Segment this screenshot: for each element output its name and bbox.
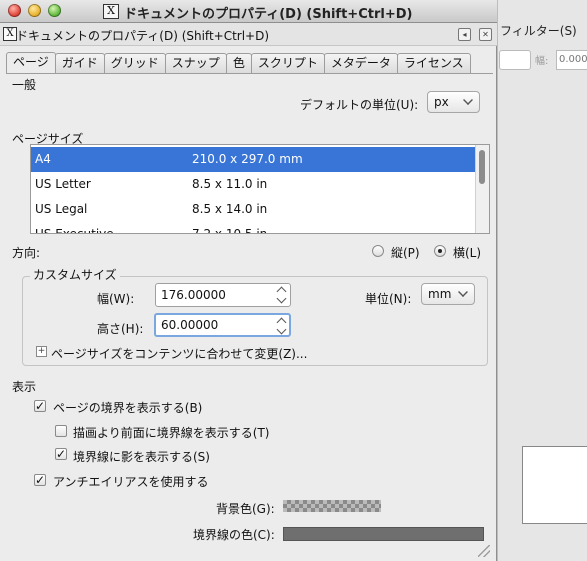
tab-page[interactable]: ページ xyxy=(6,52,56,74)
portrait-radio[interactable] xyxy=(372,245,384,257)
page-size-name: A4 xyxy=(35,152,51,166)
tab-divider xyxy=(6,73,493,74)
width-label: 幅: xyxy=(535,56,549,67)
page-size-name: US Letter xyxy=(35,177,91,191)
page-size-dimensions: 8.5 x 11.0 in xyxy=(192,177,268,191)
page-size-name: US Executive xyxy=(35,227,114,234)
border-on-top-checkbox[interactable] xyxy=(55,425,67,437)
scrollbar-thumb[interactable] xyxy=(479,150,485,184)
document-properties-window: X ドキュメントのプロパティ(D) (Shift+Ctrl+D) X ドキュメン… xyxy=(0,0,497,561)
show-border-checkbox[interactable]: ✓ xyxy=(34,400,46,412)
landscape-label: 横(L) xyxy=(453,246,482,260)
page-size-scrollbar[interactable] xyxy=(475,145,489,233)
page-size-name: US Legal xyxy=(35,202,88,216)
width-stepper[interactable] xyxy=(276,283,289,307)
chevron-down-icon xyxy=(458,287,468,297)
canvas-preview xyxy=(522,446,587,524)
display-section-label: 表示 xyxy=(12,380,37,394)
panel-title: ドキュメントのプロパティ(D) (Shift+Ctrl+D) xyxy=(16,29,270,43)
border-shadow-checkbox[interactable]: ✓ xyxy=(55,448,67,460)
border-color-swatch[interactable] xyxy=(283,527,484,541)
tab-grids[interactable]: グリッド xyxy=(103,53,166,73)
tab-snap[interactable]: スナップ xyxy=(164,53,227,73)
document-icon: X xyxy=(3,27,17,41)
unit-label: 単位(N): xyxy=(365,292,412,306)
background-color-label: 背景色(G): xyxy=(216,502,275,516)
width-label: 幅(W): xyxy=(97,292,135,306)
page-size-dimensions: 8.5 x 14.0 in xyxy=(192,202,268,216)
height-stepper[interactable] xyxy=(276,314,289,338)
chevron-down-icon xyxy=(463,95,473,105)
page-size-dimensions: 210.0 x 297.0 mm xyxy=(192,152,303,166)
height-input[interactable]: 60.00000 xyxy=(154,313,291,337)
height-label: 高さ(H): xyxy=(97,322,144,336)
filter-menu[interactable]: フィルター(S) xyxy=(500,22,577,39)
page-size-dimensions: 7.2 x 10.5 in xyxy=(192,227,268,234)
tab-bar: ページ ガイド グリッド スナップ 色 スクリプト メタデータ ライセンス xyxy=(6,52,471,74)
orientation-label: 方向: xyxy=(12,246,41,260)
border-color-label: 境界線の色(C): xyxy=(193,528,275,542)
list-item[interactable]: US Executive 7.2 x 10.5 in xyxy=(31,222,475,234)
fit-to-content-label[interactable]: ページサイズをコンテンツに合わせて変更(Z)... xyxy=(51,345,307,362)
tab-metadata[interactable]: メタデータ xyxy=(323,53,398,73)
antialias-label: アンチエイリアスを使用する xyxy=(53,475,209,489)
show-border-label: ページの境界を表示する(B) xyxy=(53,401,203,415)
resize-grip-icon[interactable] xyxy=(478,545,490,557)
tab-guides[interactable]: ガイド xyxy=(54,53,105,73)
tab-color[interactable]: 色 xyxy=(225,53,252,73)
tab-license[interactable]: ライセンス xyxy=(396,53,471,73)
width-field[interactable]: 0.000 xyxy=(556,50,587,70)
list-item[interactable]: US Legal 8.5 x 14.0 in xyxy=(31,197,475,222)
default-unit-select[interactable]: px xyxy=(427,91,480,113)
minimize-window-button[interactable] xyxy=(28,4,41,17)
panel-close-icon[interactable]: ✕ xyxy=(479,28,492,41)
list-item[interactable]: A4 210.0 x 297.0 mm xyxy=(31,147,475,172)
x11-app-icon: X xyxy=(103,4,119,19)
expand-icon[interactable]: + xyxy=(36,346,47,357)
unit-value: mm xyxy=(428,287,452,301)
window-title: ドキュメントのプロパティ(D) (Shift+Ctrl+D) xyxy=(124,7,413,22)
tab-scripts[interactable]: スクリプト xyxy=(250,53,325,73)
unit-select[interactable]: mm xyxy=(421,283,475,305)
general-section-label: 一般 xyxy=(12,78,37,92)
default-unit-value: px xyxy=(434,95,449,109)
landscape-radio[interactable] xyxy=(434,245,446,257)
panel-detach-icon[interactable]: ◂ xyxy=(458,28,471,41)
background-color-swatch[interactable] xyxy=(283,500,381,512)
width-input[interactable]: 176.00000 xyxy=(155,283,291,307)
title-bar[interactable]: X ドキュメントのプロパティ(D) (Shift+Ctrl+D) xyxy=(0,0,497,23)
border-on-top-label: 描画より前面に境界線を表示する(T) xyxy=(73,426,270,440)
custom-size-title: カスタムサイズ xyxy=(30,266,120,283)
page-size-list[interactable]: A4 210.0 x 297.0 mm US Letter 8.5 x 11.0… xyxy=(30,144,490,234)
list-item[interactable]: US Letter 8.5 x 11.0 in xyxy=(31,172,475,197)
default-unit-label: デフォルトの単位(U): xyxy=(300,98,419,112)
panel-header: X ドキュメントのプロパティ(D) (Shift+Ctrl+D) ◂ ✕ xyxy=(0,23,497,46)
zoom-window-button[interactable] xyxy=(48,4,61,17)
background-field[interactable] xyxy=(499,50,531,70)
portrait-label: 縦(P) xyxy=(391,246,420,260)
border-shadow-label: 境界線に影を表示する(S) xyxy=(73,450,210,464)
antialias-checkbox[interactable]: ✓ xyxy=(34,474,46,486)
close-window-button[interactable] xyxy=(8,4,21,17)
